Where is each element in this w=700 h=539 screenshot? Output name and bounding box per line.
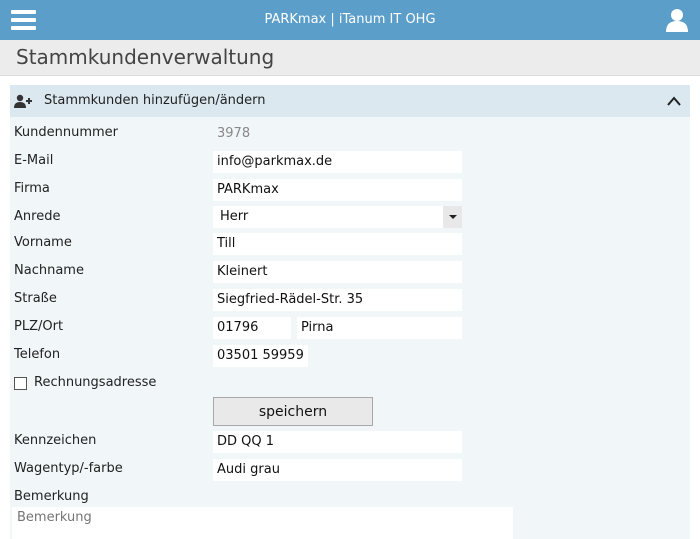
telefon-field[interactable] [213,345,308,367]
kundennummer-label: Kundennummer [14,125,118,140]
rechnungsadresse-label: Rechnungsadresse [34,375,157,390]
rechnungsadresse-checkbox[interactable] [14,377,27,390]
bemerkung-textarea[interactable] [12,507,513,539]
bemerkung-label: Bemerkung [14,489,89,504]
save-button[interactable]: speichern [213,397,373,426]
email-field[interactable] [213,151,462,173]
dropdown-arrow-icon[interactable] [443,206,462,228]
user-icon[interactable] [664,7,690,33]
telefon-label: Telefon [14,347,61,362]
kundennummer-field [213,123,462,145]
top-bar: PARKmax | iTanum IT OHG [0,0,700,40]
app-title: PARKmax | iTanum IT OHG [264,12,436,27]
add-user-icon [14,94,32,108]
nachname-label: Nachname [14,263,84,278]
vorname-field[interactable] [213,233,462,255]
firma-label: Firma [14,181,50,196]
panel-header[interactable]: Stammkunden hinzufügen/ändern [10,85,690,117]
customer-form-panel: Stammkunden hinzufügen/ändern Kundennumm… [10,85,690,539]
page-title-bar: Stammkundenverwaltung [0,40,700,76]
email-label: E-Mail [14,153,54,168]
vorname-label: Vorname [14,235,72,250]
wagentyp-field[interactable] [213,459,462,481]
kennzeichen-label: Kennzeichen [14,433,97,448]
plz-field[interactable] [213,317,291,339]
chevron-up-icon[interactable] [666,95,682,107]
plz-ort-label: PLZ/Ort [14,319,64,334]
ort-field[interactable] [297,317,462,339]
page-title: Stammkundenverwaltung [16,45,275,69]
strasse-field[interactable] [213,289,462,311]
panel-title: Stammkunden hinzufügen/ändern [44,93,266,108]
nachname-field[interactable] [213,261,462,283]
wagentyp-label: Wagentyp/-farbe [14,461,123,476]
anrede-selected-value: Herr [220,209,249,224]
anrede-label: Anrede [14,209,61,224]
strasse-label: Straße [14,291,57,306]
kennzeichen-field[interactable] [213,431,462,453]
firma-field[interactable] [213,179,462,201]
anrede-select[interactable]: Herr [213,206,462,228]
